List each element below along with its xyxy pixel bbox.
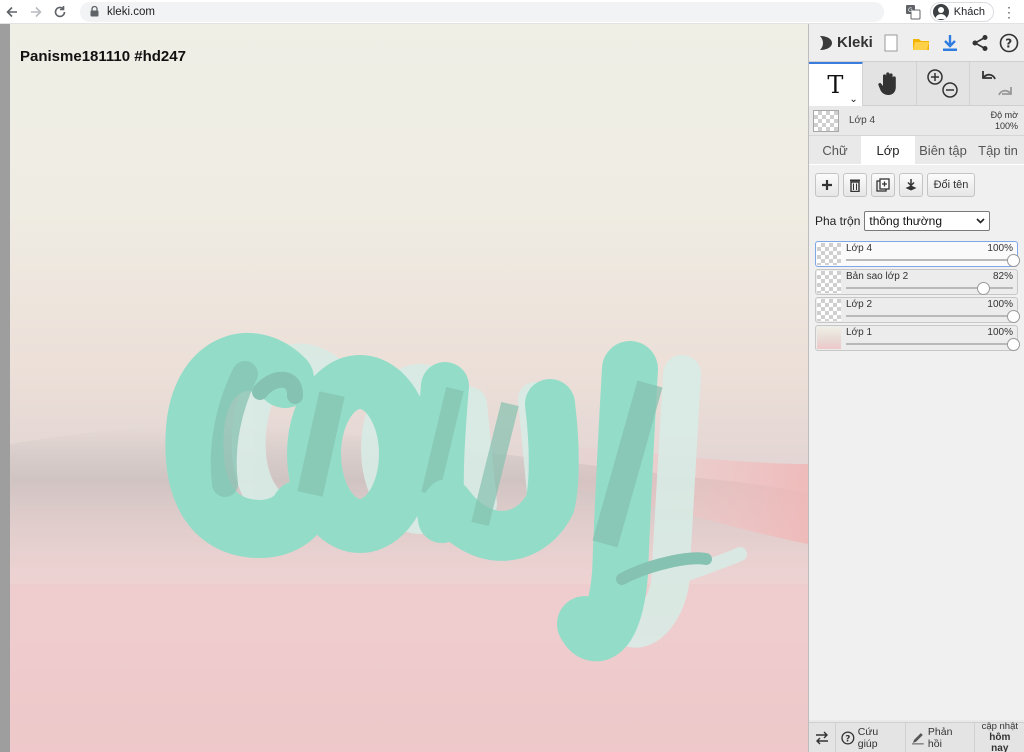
swap-arrows-icon <box>816 731 828 744</box>
reload-icon[interactable] <box>48 0 72 24</box>
layer-opacity-slider[interactable] <box>846 310 1020 323</box>
rename-layer-button[interactable]: Đổi tên <box>927 173 975 197</box>
blend-mode-select[interactable]: thông thường <box>864 211 991 231</box>
help-button[interactable]: ? Cứu giúp <box>836 722 907 752</box>
svg-text:?: ? <box>1005 36 1012 50</box>
kleki-logo-icon <box>820 35 832 50</box>
merge-down-icon <box>905 179 917 191</box>
hand-icon <box>878 72 896 95</box>
chevron-down-icon <box>976 218 985 224</box>
open-folder-icon[interactable] <box>906 24 936 62</box>
layer-thumbnail <box>817 327 841 349</box>
blend-mode-value: thông thường <box>869 214 942 228</box>
text-tool-button[interactable]: T ⌄ <box>809 62 863 106</box>
panel-tabs: Chữ Lớp Biên tập Tập tin <box>809 136 1024 164</box>
hand-tool-button[interactable] <box>863 62 917 106</box>
duplicate-icon <box>876 178 890 192</box>
tool-panel: Kleki ? T ⌄ Lớp 4 Độ mờ 100% Chữ Lớp Biê… <box>808 24 1024 752</box>
current-layer-opacity: Độ mờ 100% <box>990 109 1018 131</box>
plus-icon <box>822 180 832 190</box>
layer-item[interactable]: Lớp 1 100% <box>815 325 1020 351</box>
merge-down-button[interactable] <box>899 173 923 197</box>
help-label: Cứu giúp <box>857 725 879 750</box>
slider-knob[interactable] <box>1007 338 1020 351</box>
feedback-label: Phản hồi <box>927 725 953 750</box>
lock-icon <box>90 6 99 17</box>
download-icon[interactable] <box>935 24 965 62</box>
duplicate-layer-button[interactable] <box>871 173 895 197</box>
layer-opacity-slider[interactable] <box>846 254 1020 267</box>
zoom-tool-button[interactable] <box>917 62 971 106</box>
layer-thumbnail <box>817 243 841 265</box>
tab-layers[interactable]: Lớp <box>861 136 915 164</box>
undo-redo-buttons[interactable] <box>970 62 1024 106</box>
panel-header: Kleki ? <box>809 24 1024 62</box>
panel-footer: ? Cứu giúp Phản hồi cập nhật hôm nay <box>809 721 1024 752</box>
add-layer-button[interactable] <box>815 173 839 197</box>
chevron-down-icon[interactable]: ⌄ <box>849 94 857 105</box>
trash-icon <box>850 179 860 192</box>
svg-text:?: ? <box>845 734 850 744</box>
feedback-button[interactable]: Phản hồi <box>906 722 975 752</box>
canvas-title: Panisme181110 #hd247 <box>20 48 186 65</box>
layer-opacity: 100% <box>987 327 1013 338</box>
layer-name: Lớp 2 <box>846 299 873 310</box>
layers-tab-content: Đổi tên Pha trộn thông thường Lớp 4 100%… <box>809 164 1024 720</box>
artwork <box>10 333 808 752</box>
layer-item[interactable]: Bản sao lớp 2 82% <box>815 269 1018 295</box>
share-icon[interactable] <box>965 24 995 62</box>
tool-row: T ⌄ <box>809 62 1024 106</box>
new-file-icon[interactable] <box>876 24 906 62</box>
layer-name: Lớp 1 <box>846 327 873 338</box>
help-icon[interactable]: ? <box>994 24 1024 62</box>
url-text: kleki.com <box>107 5 155 18</box>
zoom-in-out-icon <box>927 69 958 98</box>
drawing-canvas[interactable]: Panisme181110 #hd247 <box>10 24 808 752</box>
tab-edit[interactable]: Biên tập <box>915 136 971 164</box>
slider-knob[interactable] <box>976 282 990 295</box>
slider-knob[interactable] <box>1007 310 1020 323</box>
address-bar[interactable]: kleki.com <box>80 1 884 22</box>
tab-text[interactable]: Chữ <box>809 136 861 164</box>
layer-name: Bản sao lớp 2 <box>846 271 909 282</box>
kebab-menu-icon[interactable]: ⋮ <box>1002 4 1016 21</box>
layer-name: Lớp 4 <box>846 243 873 254</box>
layer-opacity-slider[interactable] <box>846 282 1013 295</box>
layer-opacity: 100% <box>987 243 1013 254</box>
swap-side-button[interactable] <box>809 722 836 752</box>
pencil-icon <box>912 732 924 744</box>
profile-button[interactable]: Khách <box>929 2 994 22</box>
layer-action-buttons: Đổi tên <box>815 173 1018 197</box>
avatar-icon <box>932 4 949 20</box>
help-circle-icon: ? <box>841 730 855 745</box>
current-layer-name: Lớp 4 <box>849 115 876 126</box>
profile-label: Khách <box>953 6 985 18</box>
layer-thumbnail <box>817 299 841 321</box>
current-layer-info: Lớp 4 Độ mờ 100% <box>809 106 1024 136</box>
blend-mode-label: Pha trộn <box>815 214 861 228</box>
browser-toolbar: kleki.com G Khách ⋮ <box>0 0 1024 24</box>
layer-item[interactable]: Lớp 2 100% <box>815 297 1020 323</box>
layer-opacity-slider[interactable] <box>846 338 1020 351</box>
translate-icon[interactable]: G <box>904 3 922 21</box>
current-layer-thumbnail <box>813 109 839 132</box>
canvas-border <box>0 24 10 752</box>
layer-item[interactable]: Lớp 4 100% <box>815 241 1020 267</box>
back-arrow-icon[interactable] <box>0 0 24 24</box>
layer-thumbnail <box>817 271 841 293</box>
svg-text:G: G <box>908 7 913 14</box>
slider-knob[interactable] <box>1007 254 1020 267</box>
tab-file[interactable]: Tập tin <box>971 136 1024 164</box>
forward-arrow-icon[interactable] <box>24 0 48 24</box>
update-notice[interactable]: cập nhật hôm nay <box>975 721 1024 752</box>
logo-text: Kleki <box>837 34 873 51</box>
layer-opacity: 100% <box>987 299 1013 310</box>
layer-opacity: 82% <box>992 271 1013 282</box>
layer-list: Lớp 4 100% Bản sao lớp 2 82% Lớp 2 100% … <box>815 241 1020 351</box>
text-tool-icon: T <box>827 71 844 99</box>
undo-redo-icon <box>982 71 1013 96</box>
kleki-logo[interactable]: Kleki <box>809 34 876 52</box>
delete-layer-button[interactable] <box>843 173 867 197</box>
blend-mode-row: Pha trộn thông thường <box>815 211 1018 231</box>
